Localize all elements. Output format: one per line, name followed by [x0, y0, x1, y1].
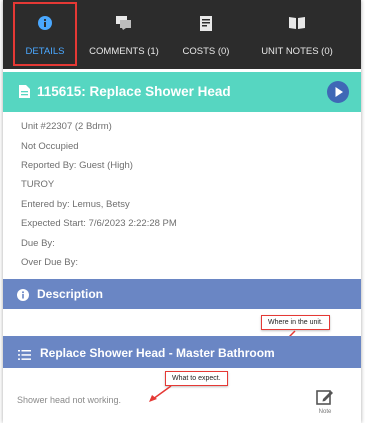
detail-occupancy: Not Occupied	[21, 141, 79, 152]
play-icon	[335, 87, 343, 97]
detail-unit: Unit #22307 (2 Bdrm)	[21, 121, 112, 132]
note-label: Note	[318, 409, 332, 415]
work-order-title: 115615: Replace Shower Head	[37, 84, 231, 99]
callout-where: Where in the unit.	[261, 315, 330, 330]
callout-arrow	[149, 385, 172, 402]
callout-what: What to expect.	[165, 371, 228, 386]
list-icon	[18, 347, 31, 365]
tab-bar: DETAILS COMMENTS (1) COSTS (0) UNIT NOTE…	[3, 0, 361, 69]
detail-code: TUROY	[21, 179, 55, 190]
work-order-panel: DETAILS COMMENTS (1) COSTS (0) UNIT NOTE…	[3, 0, 361, 423]
tab-costs-label: COSTS (0)	[182, 46, 230, 57]
document-icon	[19, 85, 30, 103]
detail-due-by: Due By:	[21, 238, 55, 249]
detail-entered-by: Entered by: Lemus, Betsy	[21, 199, 130, 210]
tab-comments-label: COMMENTS (1)	[89, 46, 159, 57]
task-label: Replace Shower Head - Master Bathroom	[40, 346, 275, 360]
tab-unit-notes-label: UNIT NOTES (0)	[261, 46, 333, 57]
detail-expected-start: Expected Start: 7/6/2023 2:22:28 PM	[21, 218, 177, 229]
tab-unit-notes[interactable]: UNIT NOTES (0)	[247, 0, 347, 69]
description-label: Description	[37, 287, 104, 301]
tab-costs[interactable]: COSTS (0)	[171, 0, 241, 69]
details-tab-highlight	[13, 2, 77, 66]
detail-over-due-by: Over Due By:	[21, 257, 79, 268]
edit-note-icon	[316, 390, 333, 405]
tab-comments[interactable]: COMMENTS (1)	[81, 0, 167, 69]
detail-reported-by: Reported By: Guest (High)	[21, 160, 133, 171]
book-icon	[289, 16, 305, 32]
receipt-icon	[200, 16, 212, 34]
notes-text: Shower head not working.	[17, 395, 122, 405]
note-button[interactable]: Note	[313, 384, 337, 418]
description-bar: Description	[3, 279, 361, 309]
comments-icon	[116, 16, 132, 33]
work-order-header: 115615: Replace Shower Head	[3, 72, 361, 112]
play-button[interactable]	[327, 81, 349, 103]
task-bar: Replace Shower Head - Master Bathroom	[3, 336, 361, 368]
info-icon	[17, 288, 29, 306]
